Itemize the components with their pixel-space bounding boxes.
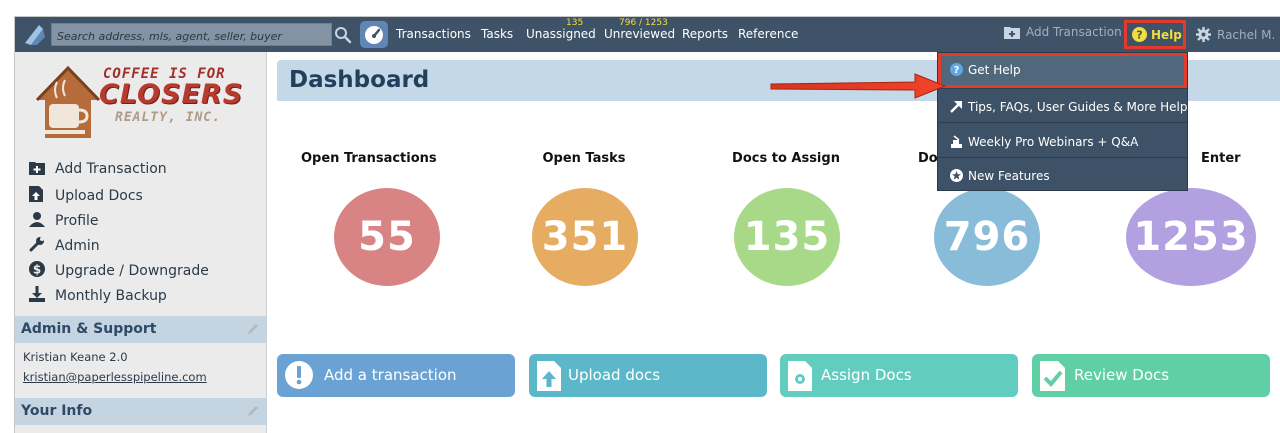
podium-icon — [950, 135, 964, 151]
stat-circle-to-enter[interactable]: 1253 — [1126, 188, 1256, 286]
admin-name: Kristian Keane 2.0 — [23, 350, 128, 364]
star-icon — [950, 169, 964, 185]
app-window: Transactions Tasks 135 Unassigned 796 / … — [14, 16, 1280, 433]
exclamation-circle-icon — [285, 361, 313, 393]
brand-logo: COFFEE IS FOR CLOSERS REALTY, INC. — [33, 60, 242, 140]
assign-docs-button[interactable]: Assign Docs — [780, 354, 1018, 397]
menu-item-label: Get Help — [968, 63, 1021, 77]
add-transaction-link[interactable]: Add Transaction — [1004, 25, 1122, 39]
assign-doc-icon — [788, 361, 812, 395]
sidebar-item-label: Profile — [55, 213, 99, 229]
nav-unreviewed[interactable]: Unreviewed — [604, 27, 675, 41]
review-docs-button-label: Review Docs — [1074, 366, 1170, 384]
svg-text:?: ? — [1136, 29, 1142, 42]
svg-text:?: ? — [954, 65, 960, 76]
admin-email-link[interactable]: kristian@paperlesspipeline.com — [23, 370, 207, 384]
pencil-icon[interactable] — [247, 323, 259, 339]
stat-label-open-transactions: Open Transactions — [301, 151, 437, 166]
sidebar: COFFEE IS FOR CLOSERS REALTY, INC. Add T… — [15, 52, 267, 433]
question-circle-icon: ? — [950, 63, 964, 79]
question-circle-icon: ? — [1132, 27, 1147, 42]
nav-unassigned[interactable]: Unassigned — [526, 27, 596, 41]
upload-doc-icon — [29, 186, 47, 206]
sidebar-item-label: Upload Docs — [55, 188, 143, 204]
dashboard-gauge-icon[interactable] — [360, 21, 388, 48]
stat-circle-docs-to-assign[interactable]: 135 — [734, 188, 840, 286]
help-dropdown-menu: ? Get Help Tips, FAQs, User Guides & More… — [937, 52, 1188, 191]
sidebar-item-upgrade[interactable]: $ Upgrade / Downgrade — [29, 261, 209, 281]
search-icon[interactable] — [331, 23, 355, 46]
sidebar-item-label: Monthly Backup — [55, 288, 167, 304]
sidebar-item-upload-docs[interactable]: Upload Docs — [29, 186, 143, 206]
your-info-title: Your Info — [21, 403, 93, 419]
upload-docs-button[interactable]: Upload docs — [529, 354, 767, 397]
wrench-icon — [29, 236, 47, 256]
sidebar-item-monthly-backup[interactable]: Monthly Backup — [29, 286, 167, 306]
admin-support-title: Admin & Support — [21, 321, 157, 337]
menu-item-label: Weekly Pro Webinars + Q&A — [968, 135, 1139, 149]
add-transaction-button-label: Add a transaction — [324, 366, 457, 384]
pencil-icon[interactable] — [247, 405, 259, 421]
menu-item-label: Tips, FAQs, User Guides & More Help — [968, 100, 1188, 114]
help-label: Help — [1151, 28, 1182, 42]
review-docs-button[interactable]: Review Docs — [1032, 354, 1270, 397]
upload-doc-icon — [537, 361, 561, 395]
svg-text:$: $ — [33, 263, 41, 277]
stat-circle-open-tasks[interactable]: 351 — [532, 188, 638, 286]
menu-item-webinars[interactable]: Weekly Pro Webinars + Q&A — [938, 122, 1187, 157]
menu-item-tips-faqs[interactable]: Tips, FAQs, User Guides & More Help — [938, 88, 1187, 123]
arrow-icon — [950, 100, 964, 116]
your-info-header[interactable]: Your Info — [15, 398, 267, 425]
dollar-icon: $ — [29, 261, 47, 281]
page-title: Dashboard — [289, 67, 430, 93]
stat-circle-open-transactions[interactable]: 55 — [334, 188, 440, 286]
sidebar-item-label: Upgrade / Downgrade — [55, 263, 209, 279]
menu-item-get-help[interactable]: ? Get Help — [938, 53, 1187, 88]
user-menu[interactable]: Rachel M. — [1196, 27, 1275, 42]
sidebar-item-add-transaction[interactable]: Add Transaction — [29, 161, 167, 179]
menu-item-label: New Features — [968, 169, 1050, 183]
add-transaction-label: Add Transaction — [1026, 25, 1122, 39]
assign-docs-button-label: Assign Docs — [821, 366, 912, 384]
add-folder-icon — [29, 161, 47, 179]
review-check-icon — [1040, 361, 1066, 395]
nav-transactions[interactable]: Transactions — [396, 27, 471, 41]
user-icon — [29, 211, 47, 231]
stat-label-open-tasks: Open Tasks — [542, 151, 626, 166]
sidebar-item-profile[interactable]: Profile — [29, 211, 99, 231]
sidebar-item-label: Add Transaction — [55, 161, 167, 177]
nav-tasks[interactable]: Tasks — [481, 27, 513, 41]
gear-icon — [1196, 27, 1211, 42]
stat-circle-docs-to-review[interactable]: 796 — [934, 188, 1040, 286]
top-navigation-bar: Transactions Tasks 135 Unassigned 796 / … — [15, 17, 1280, 52]
stat-label-to-enter: Enter — [1201, 151, 1241, 166]
sidebar-item-admin[interactable]: Admin — [29, 236, 100, 256]
app-logo-icon[interactable] — [19, 21, 49, 48]
add-transaction-button[interactable]: Add a transaction — [277, 354, 515, 397]
stat-label-docs-to-assign: Docs to Assign — [732, 151, 840, 166]
annotation-arrow-icon — [770, 73, 947, 99]
menu-item-new-features[interactable]: New Features — [938, 157, 1187, 192]
upload-docs-button-label: Upload docs — [568, 366, 661, 384]
search-input[interactable] — [51, 23, 332, 46]
add-folder-icon — [1004, 27, 1020, 39]
brand-line2: CLOSERS — [99, 79, 244, 110]
nav-reference[interactable]: Reference — [738, 27, 798, 41]
nav-reports[interactable]: Reports — [682, 27, 728, 41]
sidebar-item-label: Admin — [55, 238, 100, 254]
brand-line3: REALTY, INC. — [115, 110, 221, 125]
download-icon — [29, 286, 47, 306]
help-menu-button[interactable]: ? Help — [1132, 27, 1182, 42]
user-name: Rachel M. — [1217, 28, 1276, 42]
admin-support-header[interactable]: Admin & Support — [15, 316, 267, 343]
